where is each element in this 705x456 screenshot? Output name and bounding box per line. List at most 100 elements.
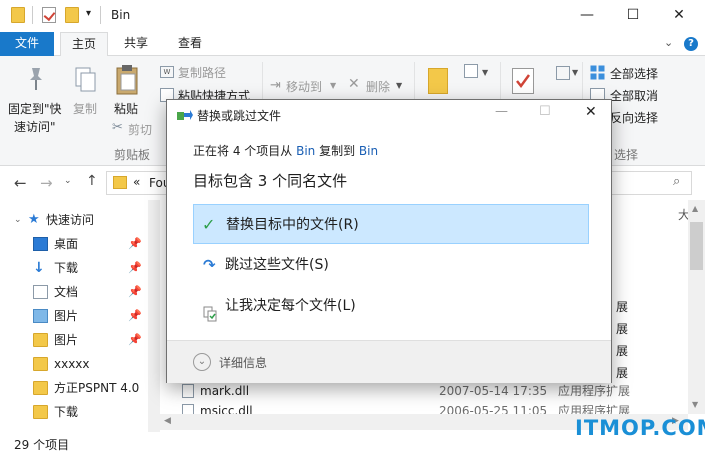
check-icon: ✓	[202, 215, 216, 234]
navigation-pane: ⌄ ★ 快速访问 桌面 📌 ↓ 下载 📌 文档 📌 图片 📌 图片 📌 xxxx…	[0, 200, 160, 432]
nav-scrollbar[interactable]	[148, 200, 160, 432]
nav-item-quick-access[interactable]: ⌄ ★ 快速访问	[0, 208, 150, 232]
progress-prefix: 正在将 4 个项目从	[193, 144, 297, 158]
new-folder-icon[interactable]	[65, 7, 79, 23]
option-label: 让我决定每个文件(L)	[225, 298, 356, 314]
nav-item-label: xxxxx	[54, 357, 90, 371]
dll-file-icon	[182, 384, 194, 398]
pictures-icon	[33, 309, 48, 323]
invert-selection-button[interactable]: 反向选择	[610, 109, 658, 126]
dll-file-icon	[182, 404, 194, 414]
folder-icon	[33, 333, 48, 347]
nav-item-folder[interactable]: 下载	[0, 400, 150, 424]
file-row[interactable]: mark.dll 2007-05-14 17:35 应用程序扩展	[160, 380, 690, 402]
open-icon[interactable]	[556, 66, 570, 80]
new-folder-icon[interactable]	[428, 68, 448, 94]
pin-icon[interactable]: 📌	[128, 328, 142, 352]
more-details-button[interactable]: 详细信息	[219, 354, 267, 371]
nav-item-label: 下载	[54, 405, 79, 419]
star-icon: ★	[28, 212, 40, 227]
scroll-down-arrow[interactable]: ▼	[692, 400, 698, 409]
chevron-down-icon: ▼	[482, 68, 489, 77]
progress-mid: 复制到	[315, 144, 359, 158]
new-item-icon[interactable]	[464, 64, 478, 78]
scroll-left-arrow[interactable]: ◀	[164, 416, 171, 426]
scroll-thumb[interactable]	[690, 222, 703, 270]
nav-item-desktop[interactable]: 桌面 📌	[0, 232, 150, 256]
copy-icon[interactable]	[74, 66, 98, 94]
pin-label-line1: 固定到"快	[8, 102, 62, 116]
minimize-button[interactable]: —	[564, 0, 610, 32]
file-row[interactable]: msicc.dll 2006-05-25 11:05 应用程序扩展	[160, 400, 690, 414]
forward-arrow-icon[interactable]: →	[40, 174, 53, 192]
select-all-icon	[590, 65, 605, 80]
file-name: msicc.dll	[200, 404, 253, 414]
scroll-up-arrow[interactable]: ▲	[692, 204, 698, 213]
clipboard-group-label: 剪贴板	[114, 148, 151, 162]
select-none-button[interactable]: 全部取消	[610, 87, 658, 104]
file-type-partial: 展	[616, 344, 629, 358]
chevron-down-icon: ▼	[396, 81, 403, 90]
nav-item-label: 桌面	[54, 237, 79, 251]
skip-files-option[interactable]: ↷ 跳过这些文件(S)	[193, 245, 589, 285]
up-arrow-icon[interactable]: ↑	[86, 173, 98, 189]
pin-icon[interactable]	[26, 66, 46, 92]
nav-item-folder[interactable]: 方正PSPNT 4.0	[0, 376, 150, 400]
nav-item-folder[interactable]: xxxxx	[0, 352, 150, 376]
dialog-close-button[interactable]: ✕	[585, 104, 597, 120]
nav-item-folder[interactable]: 图片 📌	[0, 328, 150, 352]
vertical-scrollbar[interactable]: ▲ ▼	[688, 200, 705, 414]
title-bar: ▾ Bin — ☐ ✕	[0, 0, 705, 32]
folder-icon	[33, 357, 48, 371]
copy-progress-text: 正在将 4 个项目从 Bin 复制到 Bin	[193, 142, 378, 159]
nav-item-label: 文档	[54, 285, 79, 299]
file-type: 应用程序扩展	[558, 384, 631, 398]
delete-button[interactable]: 删除	[366, 78, 390, 95]
nav-item-downloads[interactable]: ↓ 下载 📌	[0, 256, 150, 280]
properties-icon[interactable]	[42, 7, 56, 23]
cut-button[interactable]: 剪切	[128, 121, 152, 138]
skip-arrow-icon: ↷	[203, 256, 216, 274]
file-name: mark.dll	[200, 384, 250, 398]
folder-icon	[33, 381, 48, 395]
document-icon	[33, 285, 48, 299]
tab-share[interactable]: 共享	[114, 32, 158, 56]
back-arrow-icon[interactable]: ←	[14, 174, 27, 192]
source-folder-link[interactable]: Bin	[296, 144, 315, 158]
copy-label: 复制	[73, 102, 98, 116]
customize-toolbar-icon[interactable]: ▾	[86, 8, 91, 19]
replace-files-option[interactable]: ✓ 替换目标中的文件(R)	[193, 204, 589, 244]
breadcrumb-overflow[interactable]: «	[133, 175, 140, 189]
nav-item-documents[interactable]: 文档 📌	[0, 280, 150, 304]
decide-each-file-option[interactable]: 让我决定每个文件(L)	[193, 286, 589, 326]
pin-icon[interactable]: 📌	[128, 232, 142, 256]
destination-folder-link[interactable]: Bin	[359, 144, 378, 158]
maximize-button[interactable]: ☐	[610, 0, 656, 32]
select-all-button[interactable]: 全部选择	[610, 65, 658, 82]
close-button[interactable]: ✕	[656, 0, 702, 32]
copy-path-icon: W	[160, 66, 174, 78]
pin-icon[interactable]: 📌	[128, 280, 142, 304]
recent-locations-icon[interactable]: ⌄	[64, 176, 72, 186]
expand-details-icon[interactable]: ⌄	[193, 353, 211, 371]
dialog-maximize-button[interactable]: ☐	[539, 104, 551, 119]
chevron-down-icon[interactable]: ⌄	[664, 36, 673, 49]
paste-icon[interactable]	[114, 64, 142, 96]
paste-label: 粘贴	[114, 102, 139, 116]
chevron-down-icon: ▼	[330, 81, 337, 90]
pin-icon[interactable]: 📌	[128, 256, 142, 280]
pin-label-line2: 速访问"	[14, 120, 56, 134]
file-type-partial: 展	[616, 300, 629, 314]
tab-home[interactable]: 主页	[60, 32, 108, 57]
help-icon[interactable]: ?	[684, 37, 698, 51]
dialog-minimize-button[interactable]: —	[495, 104, 508, 119]
properties-icon[interactable]	[512, 68, 534, 94]
copy-path-button[interactable]: 复制路径	[178, 64, 226, 81]
tab-file[interactable]: 文件	[0, 32, 54, 56]
move-to-button[interactable]: 移动到	[286, 78, 322, 95]
tab-view[interactable]: 查看	[168, 32, 212, 56]
nav-item-pictures[interactable]: 图片 📌	[0, 304, 150, 328]
option-label: 跳过这些文件(S)	[225, 257, 329, 273]
pin-icon[interactable]: 📌	[128, 304, 142, 328]
delete-icon: ✕	[348, 76, 360, 92]
